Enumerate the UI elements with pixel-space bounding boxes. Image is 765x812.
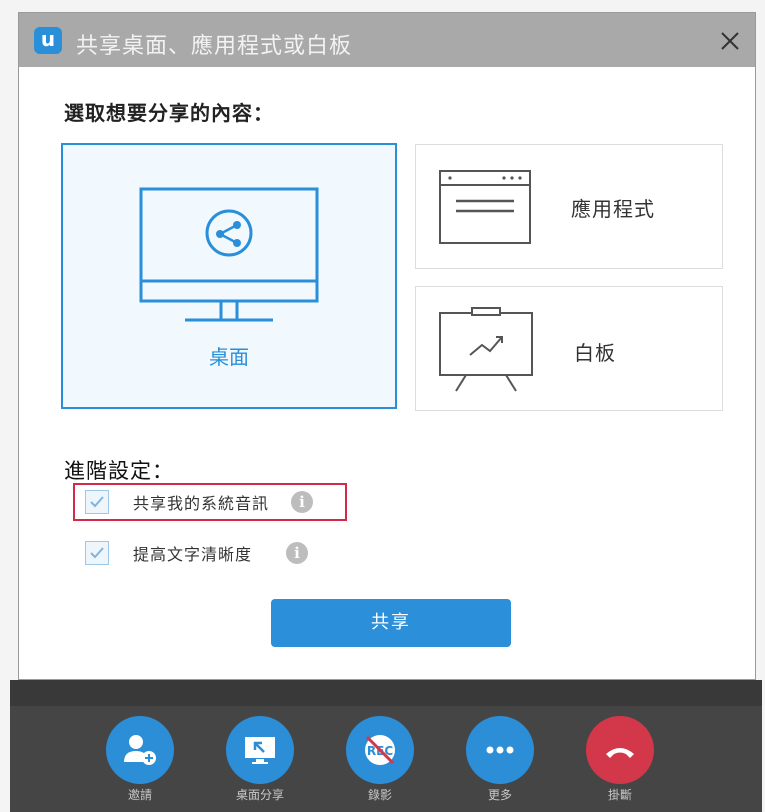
- checkmark-icon: [90, 547, 104, 559]
- hang-up-button[interactable]: 掛斷: [570, 716, 670, 803]
- desktop-monitor-icon: [139, 187, 319, 322]
- info-icon[interactable]: i: [286, 542, 309, 564]
- info-icon[interactable]: i: [291, 491, 314, 513]
- advanced-settings-heading: 進階設定：: [64, 459, 174, 483]
- option-whiteboard-label: 白板: [574, 341, 616, 365]
- dialog-titlebar: u 共享桌面、應用程式或白板: [19, 13, 755, 67]
- meeting-toolbar: 邀請 桌面分享 REC 錄影: [10, 706, 762, 812]
- setting-text-clarity[interactable]: 提高文字清晰度 i: [85, 541, 309, 565]
- invite-label: 邀請: [127, 788, 152, 802]
- more-button[interactable]: 更多: [450, 716, 550, 803]
- record-disabled-icon: REC: [365, 735, 395, 765]
- text-clarity-label: 提高文字清晰度: [133, 545, 253, 564]
- close-button[interactable]: [717, 28, 743, 54]
- invite-button[interactable]: 邀請: [90, 716, 190, 803]
- app-logo-icon: u: [34, 27, 62, 54]
- screen-share-icon: [245, 737, 275, 764]
- more-icon: [486, 746, 514, 754]
- record-button[interactable]: REC 錄影: [330, 716, 430, 803]
- option-application[interactable]: 應用程式: [415, 144, 723, 269]
- close-icon: [721, 32, 739, 50]
- share-button[interactable]: 共享: [271, 599, 511, 647]
- application-window-icon: [439, 170, 531, 244]
- dialog-title: 共享桌面、應用程式或白板: [76, 34, 353, 59]
- more-circle: [466, 716, 534, 784]
- option-application-label: 應用程式: [571, 197, 655, 221]
- hang-up-label: 掛斷: [607, 788, 632, 802]
- share-dialog: u 共享桌面、應用程式或白板 選取想要分享的內容： 桌面 應用程式 白板 進階設…: [18, 12, 756, 680]
- share-audio-label: 共享我的系統音訊: [133, 494, 270, 513]
- text-clarity-checkbox[interactable]: [85, 541, 109, 565]
- screen-share-label: 桌面分享: [235, 788, 284, 802]
- more-label: 更多: [487, 788, 512, 802]
- record-label: 錄影: [367, 788, 392, 802]
- setting-share-system-audio[interactable]: 共享我的系統音訊 i: [85, 490, 314, 514]
- option-desktop-label: 桌面: [209, 345, 249, 369]
- screen-share-circle: [226, 716, 294, 784]
- share-prompt: 選取想要分享的內容：: [64, 101, 274, 125]
- option-whiteboard[interactable]: 白板: [415, 286, 723, 411]
- invite-circle: [106, 716, 174, 784]
- record-circle: REC: [346, 716, 414, 784]
- checkmark-icon: [90, 496, 104, 508]
- add-user-icon: [124, 735, 156, 765]
- share-audio-checkbox[interactable]: [85, 490, 109, 514]
- whiteboard-icon: [439, 307, 533, 392]
- option-desktop[interactable]: 桌面: [61, 143, 397, 409]
- hang-up-icon: [606, 748, 634, 758]
- hang-up-circle: [586, 716, 654, 784]
- screen-share-button[interactable]: 桌面分享: [210, 716, 310, 803]
- video-area-strip: [10, 680, 762, 706]
